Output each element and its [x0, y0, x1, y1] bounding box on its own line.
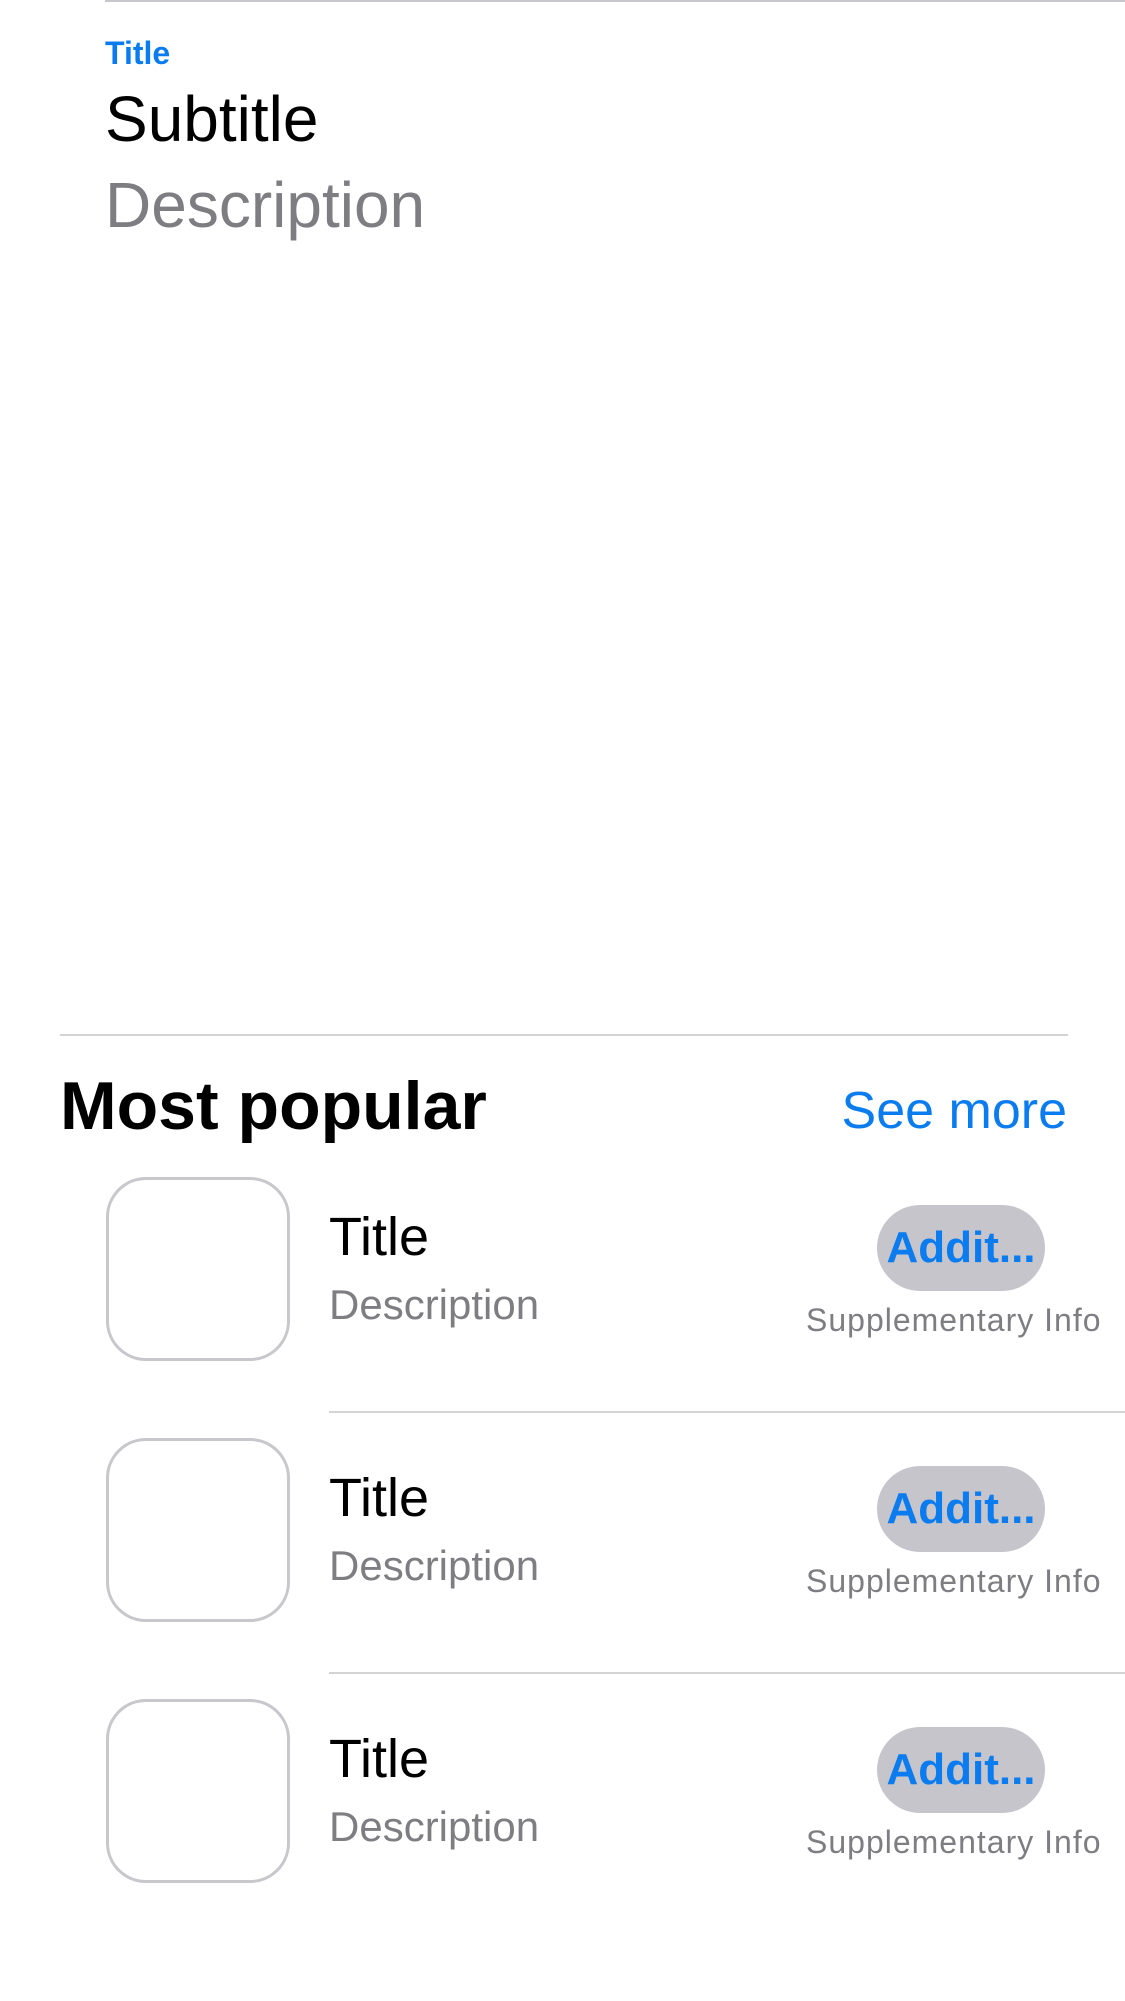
list-item-description: Description [329, 1542, 540, 1589]
list-item-supplementary-info: Supplementary Info [806, 1563, 1102, 1599]
list-item-description: Description [329, 1281, 540, 1328]
row-separator [329, 1672, 1125, 1674]
list-item-action-button[interactable]: Addit... [877, 1727, 1045, 1813]
featured-title[interactable]: Title [105, 34, 170, 72]
featured-description: Description [105, 169, 426, 241]
row-separator [329, 1411, 1125, 1413]
list-item-action-button[interactable]: Addit... [877, 1466, 1045, 1552]
featured-subtitle: Subtitle [105, 83, 319, 155]
list-item[interactable]: Title Description Addit... Supplementary… [0, 1177, 1125, 1437]
section-divider [60, 1034, 1068, 1036]
list-item-title: Title [329, 1207, 430, 1267]
see-more-link[interactable]: See more [842, 1078, 1067, 1144]
list-item-thumbnail [106, 1699, 290, 1883]
list-item[interactable]: Title Description Addit... Supplementary… [0, 1699, 1125, 1959]
list-item-title: Title [329, 1468, 430, 1528]
list-item-thumbnail [106, 1438, 290, 1622]
section-heading: Most popular [60, 1068, 487, 1144]
featured-top-divider [105, 0, 1125, 2]
list-item-supplementary-info: Supplementary Info [806, 1302, 1102, 1338]
list-item-description: Description [329, 1803, 540, 1850]
list-item-title: Title [329, 1729, 430, 1789]
list-item-thumbnail [106, 1177, 290, 1361]
list-item-supplementary-info: Supplementary Info [806, 1824, 1102, 1860]
list-item[interactable]: Title Description Addit... Supplementary… [0, 1438, 1125, 1698]
list-item-action-button[interactable]: Addit... [877, 1205, 1045, 1291]
